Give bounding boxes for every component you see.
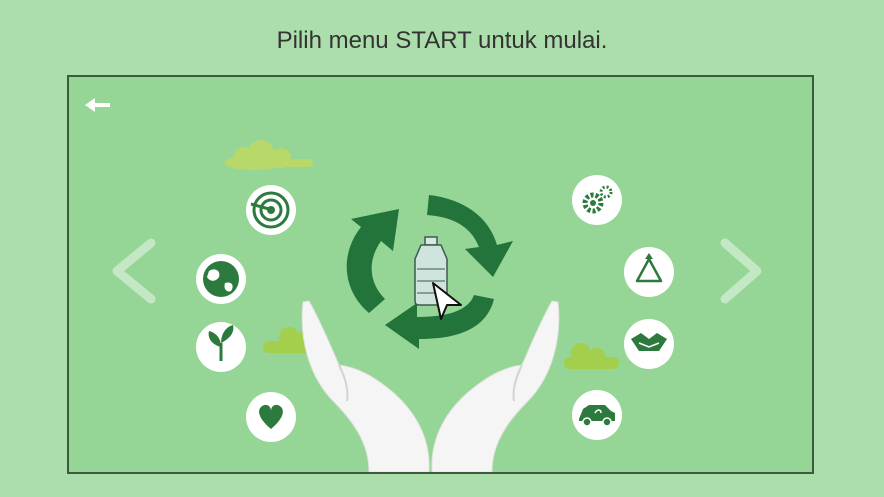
heart-icon [246,392,296,442]
prev-button[interactable] [112,238,156,304]
target-icon [246,185,296,235]
stage-frame [67,75,814,474]
eco-car-icon [572,390,622,440]
stage-scene [85,98,762,472]
instruction-text: Pilih menu START untuk mulai. [276,27,608,54]
cloud-mid-right [564,343,619,369]
recycle-icon [624,247,674,297]
chevron-left-icon [112,238,156,304]
chevron-right-icon [720,238,762,304]
gears-icon [572,175,622,225]
next-button[interactable] [720,238,762,304]
back-button[interactable] [85,98,110,112]
plant-icon [196,322,246,372]
globe-icon [196,254,246,304]
cloud-top-left [224,140,313,170]
back-arrow-icon [85,98,110,112]
handshake-icon [624,319,674,369]
